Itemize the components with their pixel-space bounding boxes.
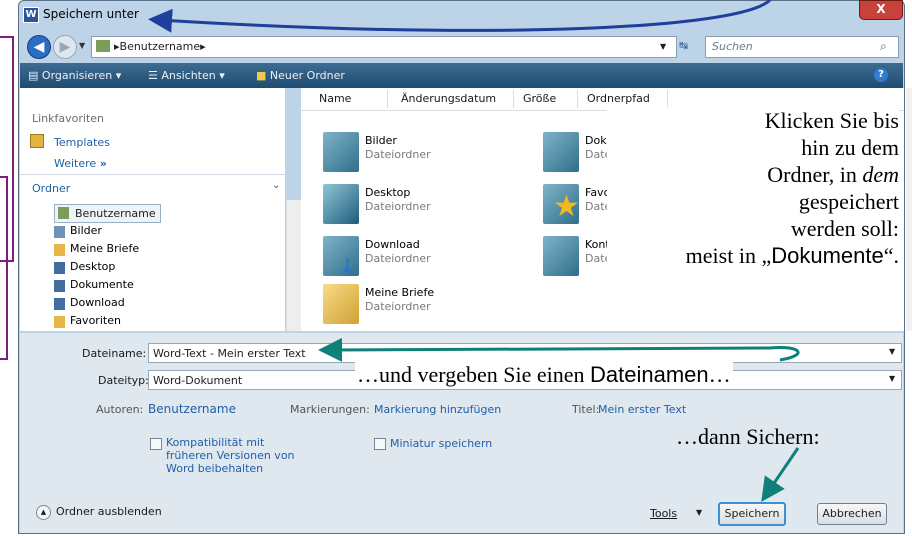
arrow-to-filename [318,337,800,362]
arrow-to-save [761,447,800,502]
annotation-arrows [148,0,800,502]
arrow-to-title [148,0,772,33]
